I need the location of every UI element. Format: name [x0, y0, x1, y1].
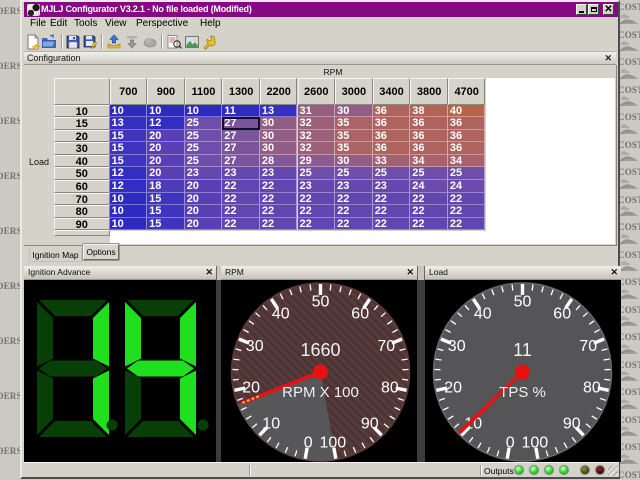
svg-text:10: 10 — [262, 415, 280, 432]
svg-text:20: 20 — [242, 379, 260, 396]
svg-text:70: 70 — [579, 337, 597, 354]
svg-text:0: 0 — [304, 434, 313, 451]
svg-text:60: 60 — [553, 305, 571, 322]
svg-text:1660: 1660 — [300, 340, 340, 360]
svg-text:20: 20 — [444, 379, 462, 396]
svg-text:30: 30 — [246, 337, 264, 354]
svg-text:11: 11 — [513, 340, 532, 360]
svg-text:0: 0 — [506, 434, 515, 451]
svg-text:100: 100 — [521, 434, 548, 451]
svg-text:90: 90 — [361, 415, 379, 432]
svg-text:80: 80 — [381, 379, 399, 396]
svg-text:50: 50 — [312, 293, 330, 310]
svg-text:TPS %: TPS % — [499, 384, 546, 401]
svg-text:70: 70 — [377, 337, 395, 354]
svg-text:RPM X 100: RPM X 100 — [282, 384, 359, 401]
svg-text:40: 40 — [272, 305, 290, 322]
svg-text:80: 80 — [583, 379, 601, 396]
svg-text:100: 100 — [319, 434, 346, 451]
svg-text:30: 30 — [448, 337, 466, 354]
svg-text:50: 50 — [514, 293, 532, 310]
svg-text:90: 90 — [563, 415, 581, 432]
svg-text:40: 40 — [474, 305, 492, 322]
svg-text:60: 60 — [351, 305, 369, 322]
